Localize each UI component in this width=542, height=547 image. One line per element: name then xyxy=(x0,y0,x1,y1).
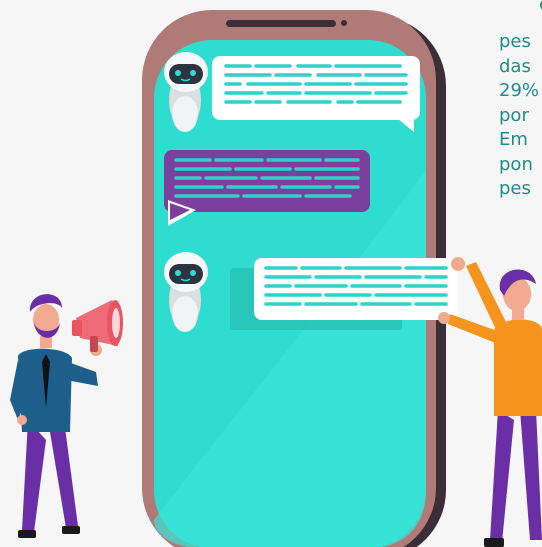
phone-chat-illustration xyxy=(10,10,542,547)
side-text-line: 29% xyxy=(499,80,540,101)
side-text-line: por xyxy=(499,104,529,126)
phone-speaker xyxy=(226,20,336,27)
chat-bubble-bot-2 xyxy=(254,258,458,320)
side-text-line: pon xyxy=(499,153,533,175)
side-text-line: Em xyxy=(499,129,528,150)
person-with-megaphone xyxy=(10,294,123,538)
side-text-line: pes xyxy=(499,178,531,199)
megaphone-icon xyxy=(72,300,123,352)
side-text-line: das xyxy=(499,55,531,77)
side-paragraph: pes das 29% por Em pon pes xyxy=(499,30,542,202)
side-text-line: pes xyxy=(499,31,531,52)
illustration-stage: c pes das 29% por Em pon pes xyxy=(0,0,542,547)
phone-camera xyxy=(341,20,347,26)
